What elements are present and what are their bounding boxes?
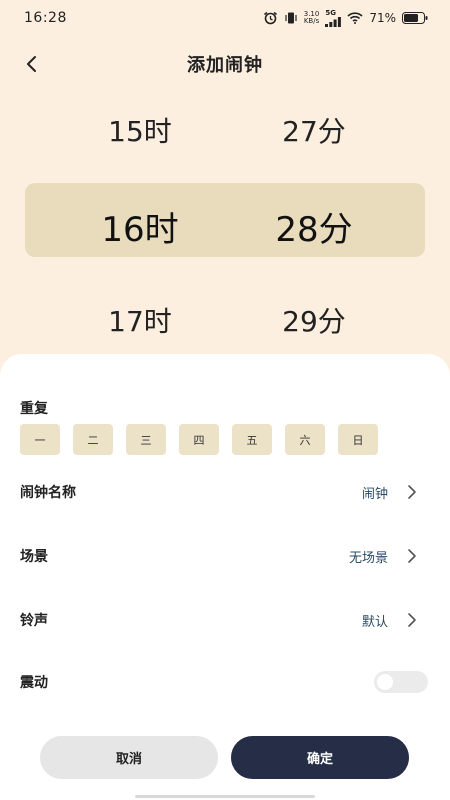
day-button-fri[interactable]: 五 [232,424,272,455]
picker-minute-selected[interactable]: 28分 [234,202,394,251]
net-speed: 3.10 KB/s [304,11,320,25]
signal-icon [325,16,342,27]
home-indicator[interactable] [135,795,315,798]
alarm-name-label: 闹钟名称 [20,485,76,501]
day-button-wed[interactable]: 三 [126,424,166,455]
picker-hour-selected[interactable]: 16时 [60,202,220,251]
repeat-days: 一 二 三 四 五 六 日 [20,424,378,455]
chevron-right-icon [408,613,416,627]
day-button-sat[interactable]: 六 [285,424,325,455]
ringtone-label: 铃声 [20,613,48,629]
signal-label: 5G [325,8,336,17]
picker-hour-next[interactable]: 17时 [60,300,220,340]
page-title: 添加闹钟 [187,55,263,76]
settings-sheet: 重复 一 二 三 四 五 六 日 闹钟名称 闹钟 场景 无场景 铃声 默认 震动… [0,354,450,800]
vibrate-toggle[interactable] [374,671,428,693]
picker-hour-previous[interactable]: 15时 [60,110,220,150]
alarm-icon [263,11,278,25]
status-bar: 16:28 3.10 KB/s 5G 71% [0,0,450,36]
vibrate-label: 震动 [20,675,48,691]
status-time: 16:28 [24,10,67,26]
day-button-mon[interactable]: 一 [20,424,60,455]
picker-minute-next[interactable]: 29分 [234,300,394,340]
toggle-knob [377,674,393,690]
alarm-name-value: 闹钟 [361,486,388,502]
battery-icon [402,12,428,24]
wifi-icon [347,12,363,24]
vibrate-icon [284,11,298,25]
scene-value: 无场景 [348,550,388,566]
ringtone-value: 默认 [361,614,388,630]
repeat-label: 重复 [20,401,48,417]
confirm-button[interactable]: 确定 [231,736,409,779]
cancel-button[interactable]: 取消 [40,736,218,779]
header: 添加闹钟 [0,44,450,84]
signal-group: 5G [325,8,342,27]
day-button-tue[interactable]: 二 [73,424,113,455]
alarm-name-row[interactable]: 闹钟名称 闹钟 [0,472,450,512]
picker-minute-previous[interactable]: 27分 [234,110,394,150]
chevron-right-icon [408,485,416,499]
scene-label: 场景 [20,549,48,565]
day-button-sun[interactable]: 日 [338,424,378,455]
chevron-left-icon [27,56,36,72]
scene-row[interactable]: 场景 无场景 [0,536,450,576]
time-picker[interactable]: 15时 27分 16时 28分 17时 29分 [0,96,450,356]
day-button-thu[interactable]: 四 [179,424,219,455]
ringtone-row[interactable]: 铃声 默认 [0,600,450,640]
status-icons: 3.10 KB/s 5G 71% [263,8,428,27]
net-speed-unit: KB/s [303,17,320,25]
back-button[interactable] [18,50,46,78]
vibrate-row: 震动 [0,662,450,702]
chevron-right-icon [408,549,416,563]
battery-percent: 71% [369,11,396,25]
